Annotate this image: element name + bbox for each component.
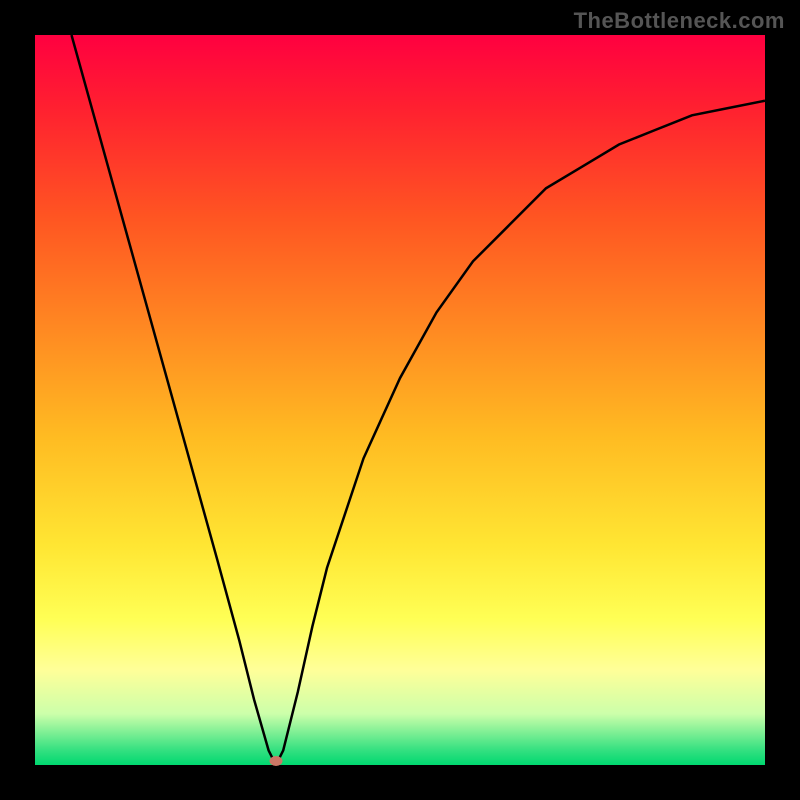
chart-frame: TheBottleneck.com — [0, 0, 800, 800]
minimum-marker — [269, 756, 282, 766]
plot-area — [35, 35, 765, 765]
watermark-text: TheBottleneck.com — [574, 8, 785, 34]
bottleneck-curve — [35, 35, 765, 765]
